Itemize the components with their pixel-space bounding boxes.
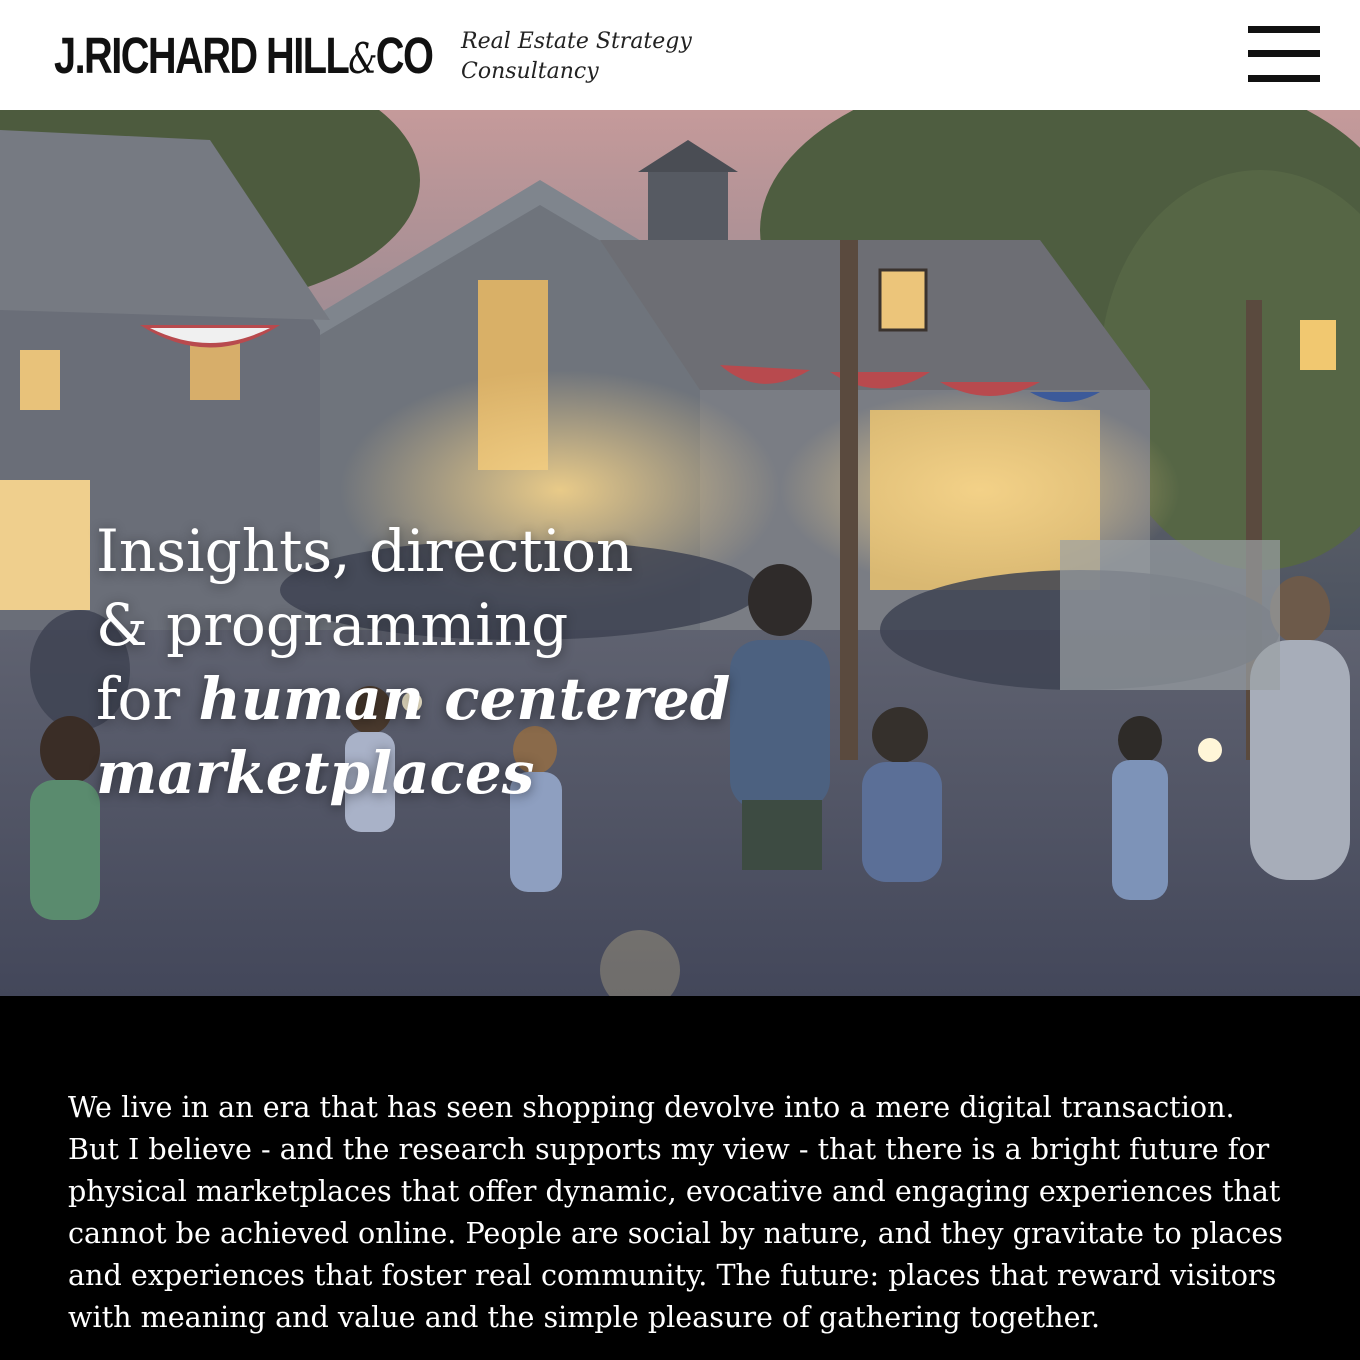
logo-ampersand: & [348, 34, 377, 83]
menu-bar [1248, 26, 1320, 33]
logo-main-text: J.RICHARD HILL [54, 27, 350, 84]
tagline-line-2: Consultancy [461, 59, 599, 84]
menu-bar [1248, 50, 1320, 57]
hamburger-menu-icon[interactable] [1248, 26, 1320, 82]
hero-headline-plain: for [96, 665, 199, 733]
tagline-line-1: Real Estate Strategy [461, 29, 692, 54]
site-header: J.RICHARD HILL&CO Real Estate Strategy C… [0, 0, 1360, 110]
hero-headline: Insights, direction & programming for hu… [96, 514, 730, 810]
hero-headline-emphasis-2: marketplaces [96, 739, 535, 807]
hero-headline-line-3: for human centered [96, 662, 730, 736]
logo-suffix-text: CO [375, 27, 434, 84]
company-logo[interactable]: J.RICHARD HILL&CO [54, 26, 434, 89]
company-tagline: Real Estate Strategy Consultancy [461, 27, 692, 87]
hero-banner: Insights, direction & programming for hu… [0, 110, 1360, 996]
hero-headline-line-2: & programming [96, 591, 569, 659]
intro-paragraph: We live in an era that has seen shopping… [68, 1090, 1283, 1334]
hero-headline-line-1: Insights, direction [96, 517, 634, 585]
hero-headline-line-4: marketplaces [96, 736, 730, 810]
menu-bar [1248, 75, 1320, 82]
hero-headline-emphasis: human centered [198, 665, 731, 733]
